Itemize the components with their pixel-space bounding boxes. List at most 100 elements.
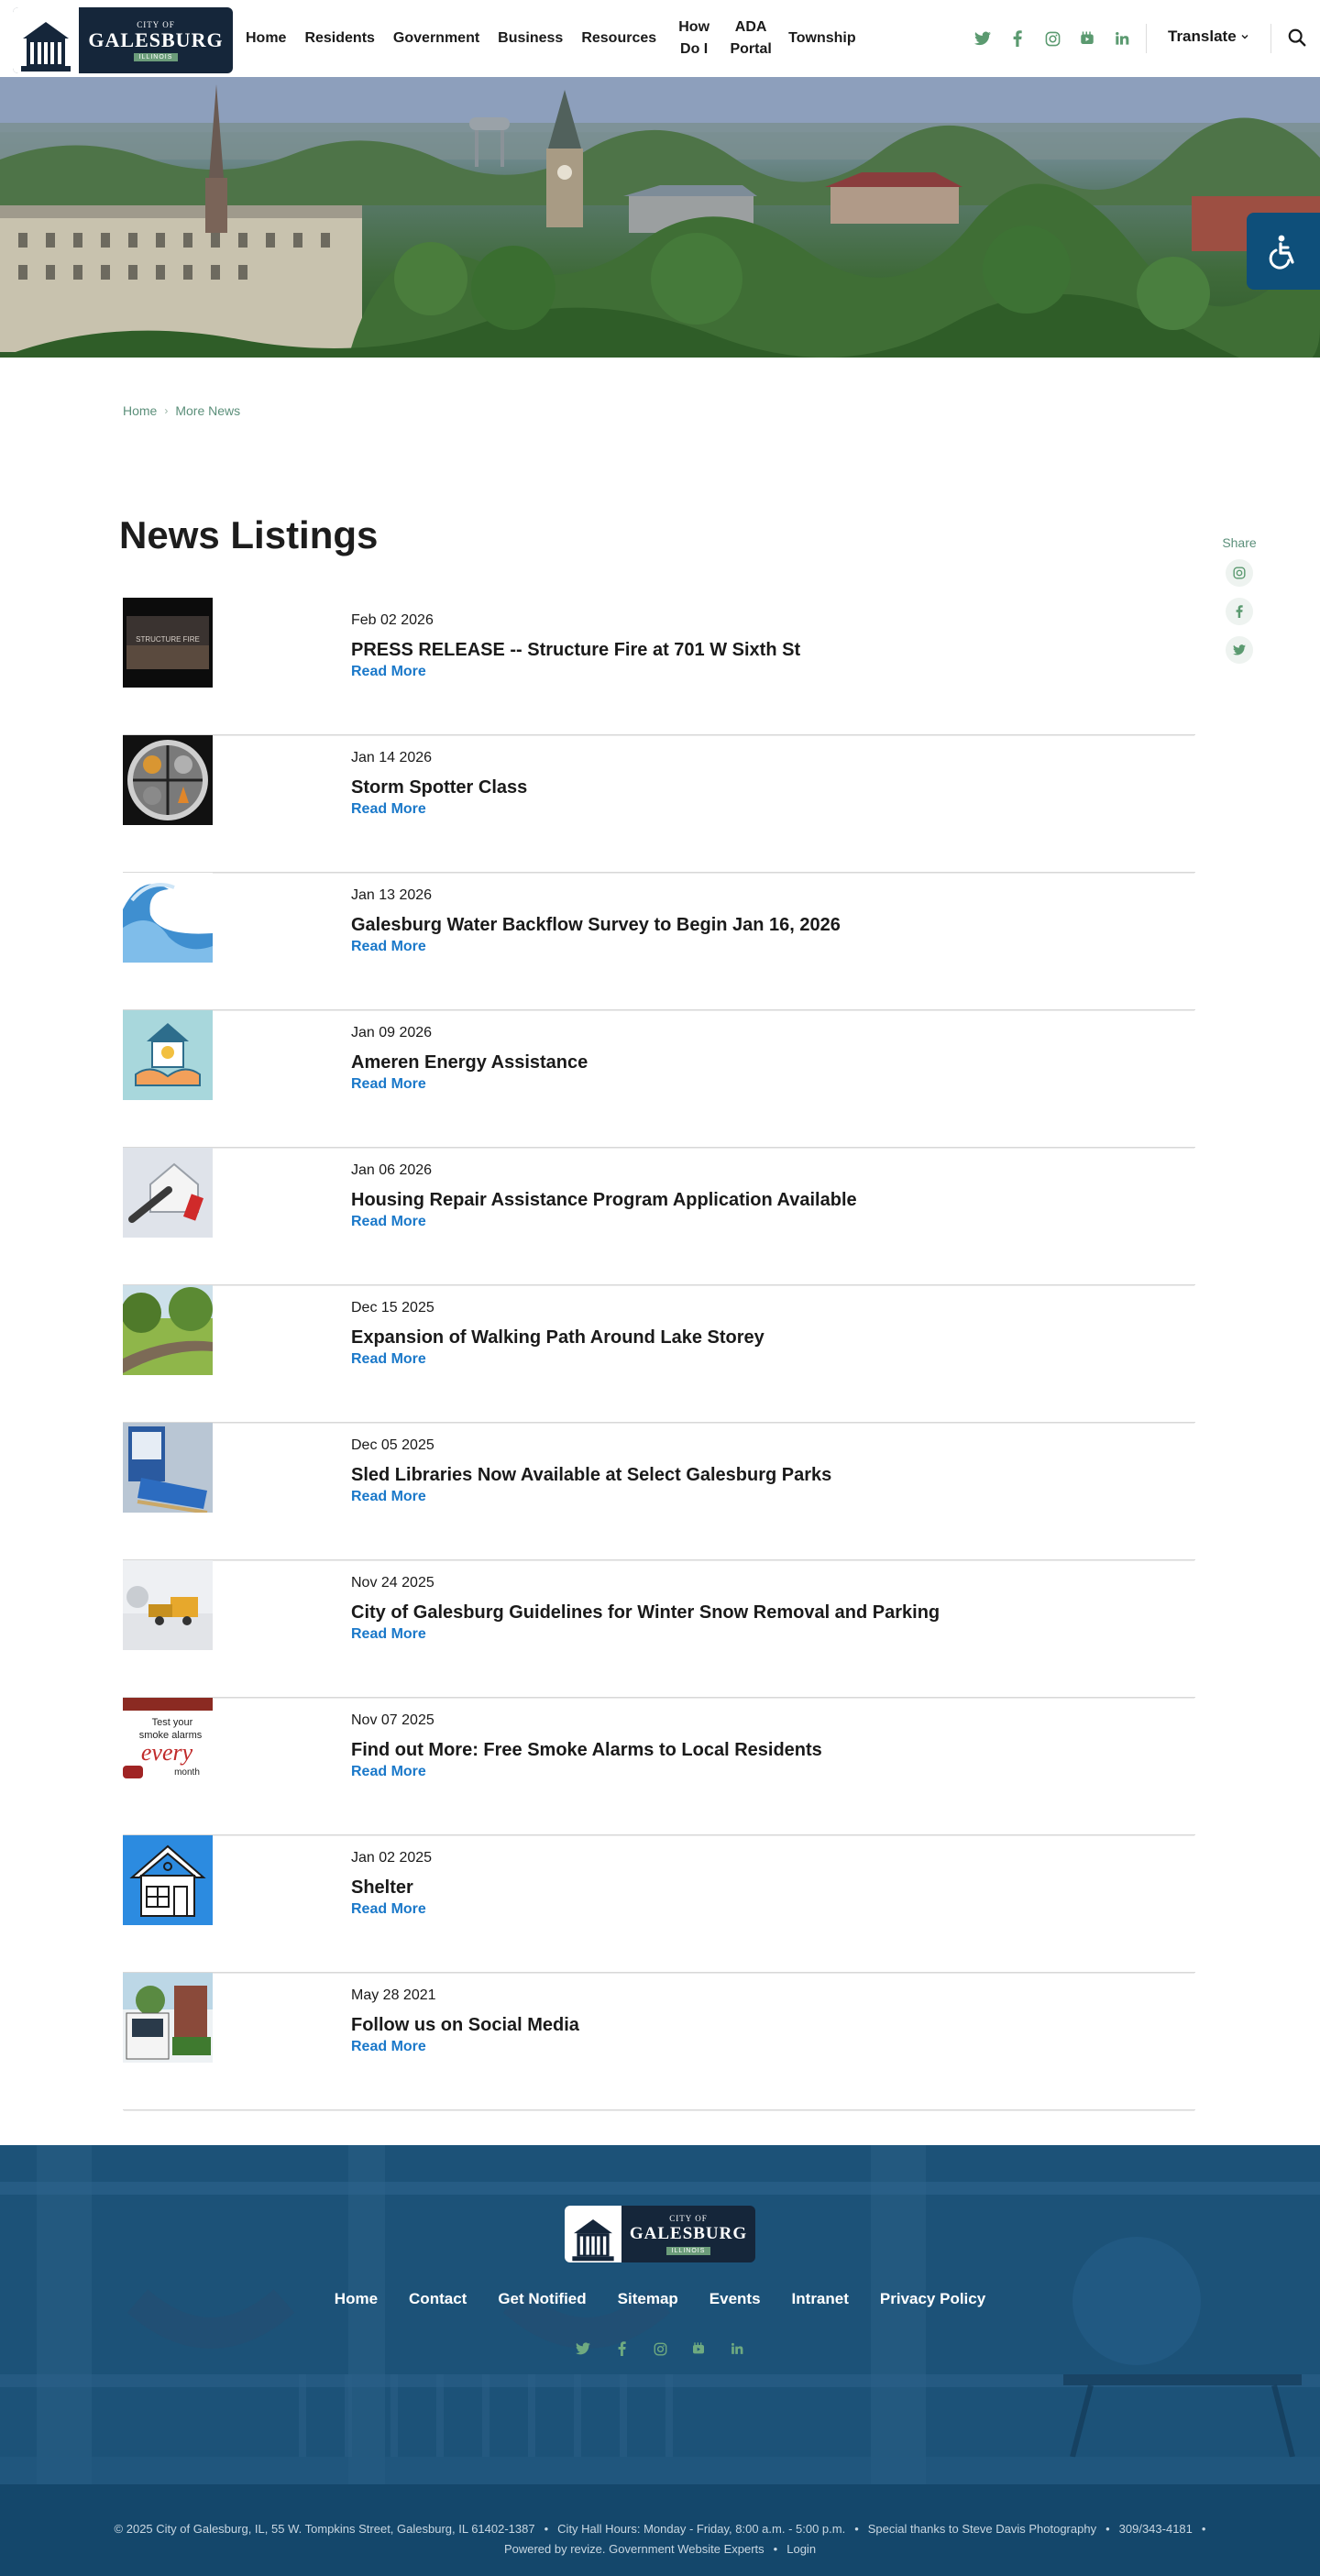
breadcrumb-home[interactable]: Home xyxy=(123,403,157,418)
read-more-link[interactable]: Read More xyxy=(351,1626,426,1643)
instagram-icon[interactable] xyxy=(647,2338,673,2360)
logo-state: ILLINOIS xyxy=(666,2246,711,2255)
footer-powered[interactable]: Powered by revize. Government Website Ex… xyxy=(504,2539,764,2559)
footer-phone[interactable]: 309/343-4181 xyxy=(1119,2519,1193,2539)
separator-dot: • xyxy=(1201,2522,1206,2536)
youtube-icon[interactable] xyxy=(686,2338,711,2360)
share-panel: Share xyxy=(1203,535,1276,675)
news-item: May 28 2021 Follow us on Social Media Re… xyxy=(123,1973,1195,2110)
news-thumbnail-smoke[interactable]: Test your smoke alarms every month xyxy=(123,1698,213,1788)
instagram-icon[interactable] xyxy=(1040,28,1065,50)
news-item: Jan 09 2026 Ameren Energy Assistance Rea… xyxy=(123,1010,1195,1148)
news-list: STRUCTURE FIRE Feb 02 2026 PRESS RELEASE… xyxy=(123,598,1195,2110)
accessibility-icon xyxy=(1269,235,1294,270)
read-more-link[interactable]: Read More xyxy=(351,1764,426,1780)
read-more-link[interactable]: Read More xyxy=(351,1901,426,1918)
linkedin-icon[interactable] xyxy=(1109,28,1135,50)
search-icon[interactable] xyxy=(1287,28,1309,50)
twitter-icon[interactable] xyxy=(1226,636,1253,664)
news-title[interactable]: Expansion of Walking Path Around Lake St… xyxy=(351,1327,764,1349)
footer-link-intranet[interactable]: Intranet xyxy=(792,2290,849,2308)
news-title[interactable]: Galesburg Water Backflow Survey to Begin… xyxy=(351,915,841,936)
news-thumbnail-energy[interactable] xyxy=(123,1010,213,1100)
news-thumbnail-water[interactable] xyxy=(123,873,213,963)
chevron-right-icon: › xyxy=(164,404,169,417)
news-title[interactable]: City of Galesburg Guidelines for Winter … xyxy=(351,1602,940,1624)
read-more-link[interactable]: Read More xyxy=(351,801,426,818)
news-thumbnail-path[interactable] xyxy=(123,1285,213,1375)
nav-item-ada-portal[interactable]: ADA Portal xyxy=(722,17,779,61)
footer-info-line: © 2025 City of Galesburg, IL, 55 W. Tomp… xyxy=(115,2519,1206,2539)
news-thumbnail-repair[interactable] xyxy=(123,1148,213,1238)
news-thumbnail-shelter[interactable] xyxy=(123,1835,213,1925)
footer-logo[interactable]: CITY OF GALESBURG ILLINOIS xyxy=(565,2206,755,2262)
news-item: Dec 05 2025 Sled Libraries Now Available… xyxy=(123,1423,1195,1560)
facebook-icon[interactable] xyxy=(609,2338,634,2360)
news-title[interactable]: Shelter xyxy=(351,1877,413,1899)
translate-label: Translate xyxy=(1168,28,1237,45)
twitter-icon[interactable] xyxy=(970,28,996,50)
nav-item-township[interactable]: Township xyxy=(779,28,864,50)
city-hall-logo-icon xyxy=(13,7,79,73)
site-footer: CITY OF GALESBURG ILLINOIS Home Contact … xyxy=(0,2145,1320,2484)
footer-link-sitemap[interactable]: Sitemap xyxy=(618,2290,678,2308)
nav-item-government[interactable]: Government xyxy=(384,28,489,50)
news-title[interactable]: Sled Libraries Now Available at Select G… xyxy=(351,1465,831,1486)
news-thumbnail-sled[interactable] xyxy=(123,1423,213,1513)
footer-link-get-notified[interactable]: Get Notified xyxy=(498,2290,586,2308)
nav-item-how-do-i[interactable]: How Do I xyxy=(666,17,722,61)
news-title[interactable]: Housing Repair Assistance Program Applic… xyxy=(351,1190,857,1211)
thumb-smoke-text-3: every xyxy=(141,1739,193,1766)
nav-item-business[interactable]: Business xyxy=(489,28,572,50)
accessibility-button[interactable] xyxy=(1247,213,1320,290)
footer-nav: Home Contact Get Notified Sitemap Events… xyxy=(0,2290,1320,2308)
read-more-link[interactable]: Read More xyxy=(351,1076,426,1093)
instagram-icon[interactable] xyxy=(1226,559,1253,587)
read-more-link[interactable]: Read More xyxy=(351,2039,426,2055)
logo-name: GALESBURG xyxy=(629,2223,748,2243)
footer-link-events[interactable]: Events xyxy=(710,2290,761,2308)
footer-thanks[interactable]: Special thanks to Steve Davis Photograph… xyxy=(868,2519,1096,2539)
nav-item-home[interactable]: Home xyxy=(236,28,295,50)
news-title[interactable]: Ameren Energy Assistance xyxy=(351,1052,588,1073)
linkedin-icon[interactable] xyxy=(724,2338,750,2360)
news-title[interactable]: PRESS RELEASE -- Structure Fire at 701 W… xyxy=(351,640,800,661)
news-thumbnail-spotter[interactable] xyxy=(123,735,213,825)
youtube-icon[interactable] xyxy=(1074,28,1100,50)
news-title[interactable]: Follow us on Social Media xyxy=(351,2015,579,2036)
news-date: Jan 02 2025 xyxy=(351,1850,433,1866)
news-title[interactable]: Storm Spotter Class xyxy=(351,777,527,798)
separator-dot: • xyxy=(1106,2522,1110,2536)
footer-login[interactable]: Login xyxy=(786,2539,816,2559)
footer-link-home[interactable]: Home xyxy=(335,2290,378,2308)
translate-button[interactable]: Translate xyxy=(1168,28,1249,46)
nav-item-resources[interactable]: Resources xyxy=(572,28,666,50)
read-more-link[interactable]: Read More xyxy=(351,1351,426,1368)
breadcrumb-current[interactable]: More News xyxy=(175,403,240,418)
nav-item-residents[interactable]: Residents xyxy=(295,28,383,50)
facebook-icon[interactable] xyxy=(1226,598,1253,625)
facebook-icon[interactable] xyxy=(1005,28,1030,50)
news-date: Jan 14 2026 xyxy=(351,750,433,765)
header-divider xyxy=(1146,24,1147,53)
news-thumbnail-social[interactable] xyxy=(123,1973,213,2063)
news-thumbnail-fire[interactable]: STRUCTURE FIRE xyxy=(123,598,213,688)
news-item: STRUCTURE FIRE Feb 02 2026 PRESS RELEASE… xyxy=(123,598,1195,735)
footer-link-privacy-policy[interactable]: Privacy Policy xyxy=(880,2290,985,2308)
footer-link-contact[interactable]: Contact xyxy=(409,2290,467,2308)
news-item: Jan 06 2026 Housing Repair Assistance Pr… xyxy=(123,1148,1195,1285)
footer-socials xyxy=(0,2338,1320,2360)
thumb-smoke-text-4: month xyxy=(174,1767,200,1778)
header-divider xyxy=(1270,24,1271,53)
news-title[interactable]: Find out More: Free Smoke Alarms to Loca… xyxy=(351,1740,822,1761)
main-nav: Home Residents Government Business Resou… xyxy=(236,0,865,77)
news-item: Test your smoke alarms every month Nov 0… xyxy=(123,1698,1195,1835)
read-more-link[interactable]: Read More xyxy=(351,1214,426,1230)
twitter-icon[interactable] xyxy=(570,2338,596,2360)
logo-state: ILLINOIS xyxy=(133,52,179,61)
read-more-link[interactable]: Read More xyxy=(351,939,426,955)
read-more-link[interactable]: Read More xyxy=(351,664,426,680)
read-more-link[interactable]: Read More xyxy=(351,1489,426,1505)
news-thumbnail-snow[interactable] xyxy=(123,1560,213,1650)
site-logo[interactable]: CITY OF GALESBURG ILLINOIS xyxy=(13,7,233,73)
